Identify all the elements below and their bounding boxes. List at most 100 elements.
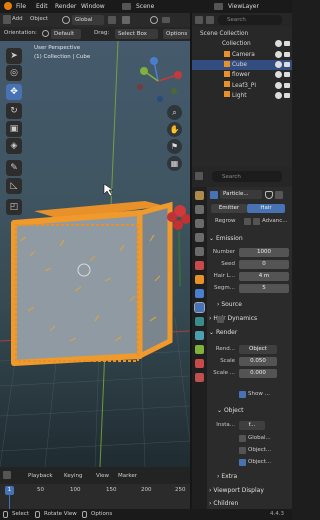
outliner-filter-icon[interactable] <box>206 16 214 24</box>
visibility-eye-icon[interactable] <box>275 40 282 47</box>
source-section-header[interactable]: › Source <box>217 301 242 308</box>
menu-add[interactable]: Add <box>12 16 23 22</box>
options-dropdown[interactable]: Options <box>163 29 190 39</box>
tweak-tool-icon[interactable]: ➤ <box>6 48 22 64</box>
pan-hand-icon[interactable]: ✋ <box>167 122 182 137</box>
playback-menu[interactable]: Playback <box>28 473 53 479</box>
seed-field[interactable]: 0 <box>239 260 289 269</box>
scene-name[interactable]: Scene <box>136 3 154 10</box>
constraints-tab-icon[interactable] <box>195 331 204 340</box>
render-as-dropdown[interactable]: Object <box>239 345 277 354</box>
emitter-type-tab[interactable]: Emitter <box>211 204 247 213</box>
camera-view-icon[interactable]: ⚑ <box>167 139 182 154</box>
menu-render[interactable]: Render <box>55 3 76 10</box>
annotate-tool-icon[interactable]: ✎ <box>6 160 22 176</box>
object-scale-checkbox[interactable] <box>239 459 246 466</box>
3d-viewport[interactable]: User Perspective (1) Collection | Cube ➤… <box>0 41 190 467</box>
show-emitter-checkbox[interactable] <box>239 391 246 398</box>
scale-tool-icon[interactable]: ▣ <box>6 121 22 137</box>
particle-system-name-field[interactable]: Particle... <box>220 190 262 199</box>
render-camera-icon[interactable] <box>284 93 290 98</box>
menu-edit[interactable]: Edit <box>36 3 48 10</box>
timeline-editor-icon[interactable] <box>3 471 11 479</box>
hair-dynamics-checkbox[interactable] <box>217 316 224 323</box>
menu-window[interactable]: Window <box>81 3 105 10</box>
output-tab-icon[interactable] <box>195 219 204 228</box>
particles-tab-icon[interactable] <box>194 302 205 313</box>
data-tab-icon[interactable] <box>195 345 204 354</box>
outliner-item-camera[interactable]: Camera <box>192 50 292 60</box>
editor-type-icon[interactable] <box>3 15 11 24</box>
material-tab-icon[interactable] <box>195 359 204 368</box>
number-field[interactable]: 1000 <box>239 248 289 257</box>
menu-object[interactable]: Object <box>30 16 48 22</box>
hair-cube[interactable] <box>11 201 173 366</box>
timeline-frames-area[interactable]: 1 50 100 150 200 250 <box>0 484 190 509</box>
render-camera-icon[interactable] <box>284 62 290 67</box>
tool-tab-icon[interactable] <box>195 191 204 200</box>
add-cube-tool-icon[interactable]: ◰ <box>6 199 22 215</box>
navigation-gizmo[interactable] <box>134 57 186 105</box>
outliner-item-cube[interactable]: Cube <box>192 60 292 70</box>
hair-length-field[interactable]: 4 m <box>239 272 289 281</box>
rotate-tool-icon[interactable]: ↻ <box>6 103 22 119</box>
falloff-icon[interactable] <box>162 17 170 23</box>
viewport-display-section-header[interactable]: › Viewport Display <box>209 487 264 494</box>
object-tab-icon[interactable] <box>195 275 204 284</box>
keying-menu[interactable]: Keying <box>64 473 82 479</box>
zoom-icon[interactable]: ⌕ <box>167 105 182 120</box>
drag-dropdown[interactable]: Select Box <box>115 29 158 39</box>
physics-tab-icon[interactable] <box>195 317 204 326</box>
render-camera-icon[interactable] <box>284 52 290 57</box>
outliner-item-leaf[interactable]: Leaf3_Pl <box>192 81 292 91</box>
modifier-tab-icon[interactable] <box>195 289 204 298</box>
render-section-header[interactable]: ⌄ Render <box>209 329 237 336</box>
render-camera-icon[interactable] <box>284 83 290 88</box>
transform-tool-icon[interactable]: ◈ <box>6 138 22 154</box>
children-section-header[interactable]: › Children <box>209 500 238 507</box>
outliner-item-light[interactable]: Light <box>192 91 292 101</box>
scale-field[interactable]: 0.050 <box>239 357 277 366</box>
scene-selector-icon[interactable] <box>122 3 131 10</box>
advanced-checkbox[interactable] <box>253 218 260 225</box>
orientation-dropdown[interactable]: Default <box>51 29 81 39</box>
transform-orientation-dropdown[interactable]: Global <box>72 15 104 25</box>
view-layer-icon[interactable] <box>214 3 223 10</box>
regrow-checkbox[interactable] <box>244 218 251 225</box>
visibility-eye-icon[interactable] <box>275 61 282 68</box>
render-camera-icon[interactable] <box>284 72 290 77</box>
view-menu[interactable]: View <box>96 473 109 479</box>
world-tab-icon[interactable] <box>195 261 204 270</box>
emission-section-header[interactable]: ⌄ Emission <box>209 235 243 242</box>
measure-tool-icon[interactable]: ◺ <box>6 178 22 194</box>
snap-icon[interactable] <box>122 16 130 24</box>
outliner-editor-icon[interactable] <box>195 16 203 24</box>
object-rotation-checkbox[interactable] <box>239 447 246 454</box>
fake-user-shield-icon[interactable] <box>265 191 273 199</box>
visibility-eye-icon[interactable] <box>275 71 282 78</box>
object-subsection-header[interactable]: ⌄ Object <box>217 407 243 414</box>
pivot-icon[interactable] <box>108 16 116 24</box>
visibility-eye-icon[interactable] <box>275 82 282 89</box>
menu-file[interactable]: File <box>16 3 26 10</box>
instance-object-field[interactable]: f... <box>239 421 265 430</box>
view-layer-tab-icon[interactable] <box>195 233 204 242</box>
visibility-eye-icon[interactable] <box>275 51 282 58</box>
proportional-edit-icon[interactable] <box>150 16 158 24</box>
segments-field[interactable]: 5 <box>239 284 289 293</box>
move-tool-icon[interactable]: ✥ <box>6 84 22 100</box>
cursor-tool-icon[interactable]: ◎ <box>6 65 22 81</box>
view-layer-name[interactable]: ViewLayer <box>228 3 259 10</box>
blender-logo-icon[interactable] <box>4 2 12 10</box>
outliner-item-collection[interactable]: Collection <box>192 39 292 49</box>
marker-menu[interactable]: Marker <box>118 473 137 479</box>
render-camera-icon[interactable] <box>284 41 290 46</box>
scene-tab-icon[interactable] <box>195 247 204 256</box>
render-tab-icon[interactable] <box>195 205 204 214</box>
duplicate-icon[interactable] <box>275 191 283 199</box>
global-coordinates-checkbox[interactable] <box>239 435 246 442</box>
perspective-toggle-icon[interactable]: ▦ <box>167 156 182 171</box>
hair-type-tab[interactable]: Hair <box>247 204 285 213</box>
visibility-eye-icon[interactable] <box>275 92 282 99</box>
scale-randomness-field[interactable]: 0.000 <box>239 369 277 378</box>
